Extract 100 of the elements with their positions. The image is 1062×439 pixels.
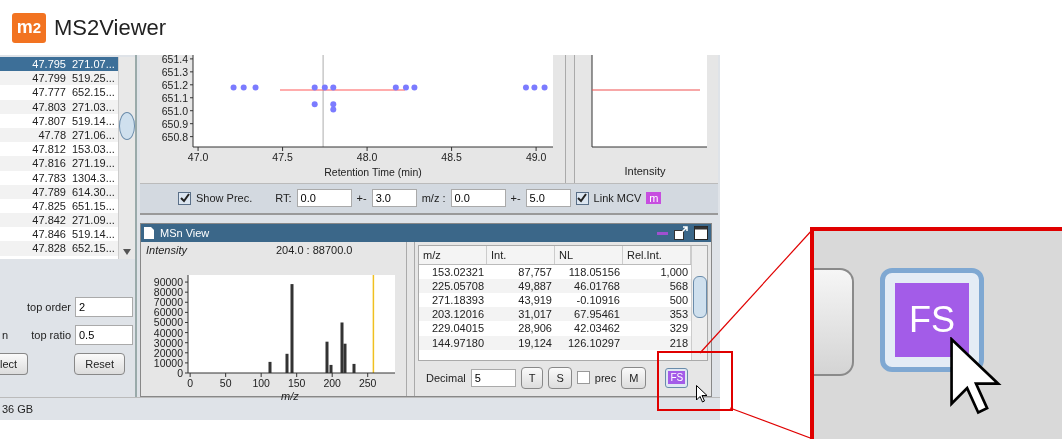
table-cell-text: 87,757 bbox=[517, 264, 553, 279]
scatter-point bbox=[541, 84, 548, 91]
table-cell-text: 67.95461 bbox=[573, 307, 621, 322]
tick-label: 250 bbox=[358, 376, 377, 389]
table-cell-text: 118.05156 bbox=[567, 264, 621, 279]
scan-row[interactable]: 47.846 519.14... bbox=[0, 227, 118, 242]
scan-row[interactable]: 47.795 271.07... bbox=[0, 57, 118, 72]
splitter[interactable] bbox=[565, 55, 575, 183]
panel-title: MSn View bbox=[160, 226, 210, 239]
restore-icon[interactable] bbox=[674, 225, 688, 240]
badge[interactable]: m bbox=[646, 192, 662, 205]
input-field[interactable]: 5 bbox=[470, 368, 516, 387]
tick-label: 0 bbox=[187, 376, 194, 389]
table-cell-text: 153.02321 bbox=[431, 264, 485, 279]
table-cell-text: 126.10297 bbox=[567, 335, 621, 350]
spectrum-peak bbox=[268, 361, 272, 373]
scan-row[interactable]: 47.812 153.03... bbox=[0, 142, 118, 157]
tick-label: 200 bbox=[323, 376, 341, 389]
column-header[interactable]: Int. bbox=[487, 245, 555, 264]
tick-label: 650.8 bbox=[161, 130, 188, 143]
action-button[interactable]: M bbox=[621, 366, 647, 389]
scan-row[interactable]: 47.828 652.15... bbox=[0, 241, 118, 256]
scroll-thumb[interactable] bbox=[693, 275, 707, 318]
tick-label: 90000 bbox=[153, 275, 183, 288]
scan-row[interactable]: 47.842 271.09... bbox=[0, 213, 118, 228]
field-label: n bbox=[1, 329, 9, 341]
scrollbar[interactable] bbox=[691, 245, 707, 360]
scan-row[interactable]: 47.803 271.03... bbox=[0, 99, 118, 114]
tick-label: 47.5 bbox=[272, 151, 293, 163]
tick-label: 20000 bbox=[153, 346, 183, 359]
table-cell-text: 271.18393 bbox=[431, 292, 485, 308]
scan-row[interactable]: 47.825 651.15... bbox=[0, 198, 118, 214]
input-field[interactable]: 3.0 bbox=[371, 189, 417, 208]
action-button[interactable]: lect bbox=[0, 353, 29, 375]
splitter[interactable] bbox=[406, 241, 415, 396]
scroll-thumb[interactable] bbox=[119, 112, 135, 140]
scan-row[interactable]: 47.78 271.06... bbox=[0, 127, 118, 143]
scatter-point bbox=[252, 84, 259, 91]
field-label: +- bbox=[356, 192, 367, 205]
field-label: m/z : bbox=[421, 192, 446, 205]
input-field[interactable]: 0.0 bbox=[296, 189, 352, 208]
scatter-point bbox=[330, 84, 337, 91]
scroll-down-arrow-icon[interactable] bbox=[123, 249, 131, 255]
tick-label: 48.5 bbox=[441, 151, 462, 163]
table-cell-text: -0.10916 bbox=[575, 292, 621, 308]
action-button[interactable]: Reset bbox=[74, 353, 125, 375]
table-cell-text: 203.12016 bbox=[431, 307, 485, 322]
app-title: MS2Viewer bbox=[54, 14, 167, 41]
scan-row[interactable]: 47.816 271.19... bbox=[0, 156, 118, 171]
field-label: top ratio bbox=[31, 329, 71, 341]
tick-label: 650.9 bbox=[161, 117, 188, 130]
action-button[interactable]: S bbox=[548, 366, 572, 389]
table-cell-text: 19,124 bbox=[517, 335, 553, 350]
table-cell-text: 31,017 bbox=[517, 307, 553, 322]
axis-label: m/z bbox=[281, 389, 299, 402]
tick-label: 651.2 bbox=[161, 78, 188, 91]
checkbox[interactable] bbox=[575, 191, 589, 205]
column-header[interactable]: m/z bbox=[419, 245, 487, 264]
tick-label: 651.4 bbox=[161, 55, 188, 65]
scrollbar[interactable] bbox=[118, 57, 135, 259]
table-cell-text: 46.01768 bbox=[573, 278, 621, 293]
scan-row[interactable]: 47.777 652.15... bbox=[0, 85, 118, 100]
action-button[interactable]: T bbox=[520, 366, 544, 389]
table-cell-text: 28,906 bbox=[517, 321, 553, 336]
scatter-point bbox=[230, 84, 237, 91]
cursor-icon bbox=[948, 337, 1004, 417]
table-cell-text: 353 bbox=[668, 307, 689, 322]
scan-row[interactable]: 47.799 519.25... bbox=[0, 71, 118, 86]
input-field[interactable]: 2 bbox=[75, 297, 133, 317]
tick-label: 49.0 bbox=[525, 151, 547, 163]
column-header[interactable]: NL bbox=[555, 245, 623, 264]
scatter-point bbox=[402, 84, 409, 91]
maximize-icon[interactable] bbox=[694, 225, 708, 240]
memory-status: 36 GB bbox=[2, 403, 34, 415]
table-cell-text: 218 bbox=[668, 335, 689, 350]
scatter-point bbox=[240, 84, 247, 91]
input-field[interactable]: 5.0 bbox=[525, 189, 571, 208]
checkbox[interactable] bbox=[178, 191, 191, 205]
table-cell-text: 49,887 bbox=[517, 278, 553, 293]
tick-label: 48.0 bbox=[356, 151, 378, 163]
table-cell-text: 42.03462 bbox=[573, 321, 621, 336]
input-field[interactable]: 0.0 bbox=[450, 189, 506, 208]
scatter-point bbox=[411, 84, 418, 91]
input-field[interactable]: 0.5 bbox=[75, 325, 133, 345]
tick-label: 47.0 bbox=[187, 151, 209, 163]
fs-button[interactable]: FS bbox=[665, 367, 689, 388]
table-cell-text: 1,000 bbox=[659, 264, 689, 279]
field-label: +- bbox=[510, 192, 521, 205]
table-cell-text: 43,919 bbox=[517, 292, 553, 308]
scan-row[interactable]: 47.789 614.30... bbox=[0, 184, 118, 199]
table-cell-text: 229.04015 bbox=[431, 321, 485, 336]
scan-row[interactable]: 47.783 1304.3... bbox=[0, 170, 118, 185]
table-cell-text: 500 bbox=[668, 292, 689, 308]
scan-row[interactable]: 47.807 519.14... bbox=[0, 113, 118, 128]
axis-label: Intensity bbox=[146, 243, 187, 256]
tick-label: 60000 bbox=[153, 305, 183, 318]
checkbox[interactable] bbox=[576, 371, 590, 385]
checkbox-label: Link MCV bbox=[593, 192, 642, 205]
checkbox-label: prec bbox=[594, 371, 617, 384]
axis-label: Intensity bbox=[624, 165, 666, 177]
